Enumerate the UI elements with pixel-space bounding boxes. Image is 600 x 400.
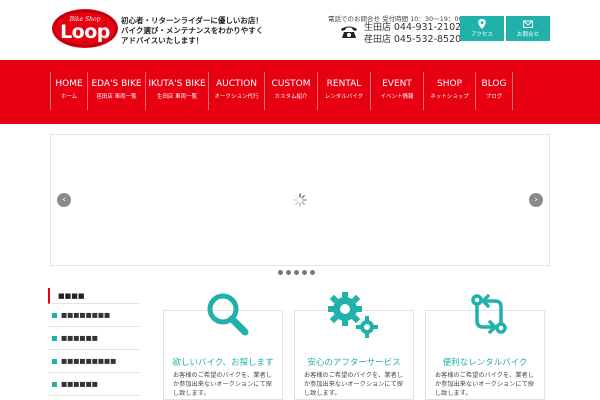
feature-card-after-service[interactable]: 安心のアフターサービス お客様のご希望のバイクを、業者しか参加出来ないオークショ… [294,292,414,400]
main-nav: HOME ホーム EDA'S BIKE 荏田店 車両一覧 IKUTA'S BIK… [0,60,600,124]
tagline-line: アドバイスいたします！ [121,36,204,45]
hero-slider: ‹ › [50,134,550,266]
nav-list: HOME ホーム EDA'S BIKE 荏田店 車両一覧 IKUTA'S BIK… [50,72,513,110]
phone-number[interactable]: 044-931-2102 [394,22,461,33]
nav-sublabel: 荏田店 車両一覧 [96,94,137,100]
nav-label: BLOG [481,79,507,89]
phone-number[interactable]: 045-532-8520 [394,34,461,45]
nav-label: CUSTOM [271,79,311,89]
search-icon [207,293,249,336]
tagline: 初心者・リターンライダーに優しいお店！ バイク選び・メンテナンスをわかりやすく … [121,16,281,46]
slider-dot[interactable] [286,270,291,275]
feature-card-search[interactable]: 欲しいバイク、お探します お客様のご希望のバイクを、業者しか参加出来ないオークシ… [163,293,283,400]
slider-dot[interactable] [310,270,315,275]
nav-sublabel: オークション代行 [214,94,259,100]
nav-item-custom[interactable]: CUSTOM カスタム紹介 [264,72,317,110]
tagline-line: バイク選び・メンテナンスをわかりやすく [121,26,264,35]
card-title: 便利なレンタルバイク [442,358,528,368]
access-label: アクセス [471,32,493,38]
nav-item-blog[interactable]: BLOG ブログ [475,72,513,110]
feature-card-rental[interactable]: 便利なレンタルバイク お客様のご希望のバイクを、業者しか参加出来ないオークション… [425,294,545,400]
slider-dot[interactable] [294,270,299,275]
slider-dot[interactable] [302,270,307,275]
slider-pagination [278,270,318,275]
card-title: 欲しいバイク、お探します [172,358,274,368]
site-header: Bike Shop Loop 初心者・リターンライダーに優しいお店！ バイク選び… [0,0,600,60]
nav-sublabel: ホーム [60,94,78,100]
loading-spinner-icon [293,193,307,207]
nav-label: EDA'S BIKE [91,79,142,89]
nav-item-auction[interactable]: AUCTION オークション代行 [208,72,264,110]
swap-icon [471,294,507,334]
telephone-icon [341,26,357,38]
bullet-icon [52,358,57,364]
store-phone: 荏田店 045-532-8520 [364,34,461,46]
nav-sublabel: イベント情報 [380,94,414,100]
sidebar-item-label: ■■■■■■■■ [61,311,111,319]
sidebar-item-label: ■■■■■■■■■ [61,357,117,365]
sidebar-title: ■■■■ [48,288,140,304]
card-title: 安心のアフターサービス [307,358,401,368]
store-name: 生田店 [364,23,392,33]
nav-item-rental[interactable]: RENTAL レンタルバイク [317,72,370,110]
logo-name: Loop [60,21,110,43]
store-name: 荏田店 [364,35,392,45]
sidebar-item[interactable]: ■■■■■■■■ [48,304,140,327]
shop-logo[interactable]: Bike Shop Loop [53,10,117,47]
nav-item-ikutas-bike[interactable]: IKUTA'S BIKE 生田店 車両一覧 [145,72,208,110]
nav-item-shop[interactable]: SHOP ネットショップ [423,72,475,110]
sidebar-item-label: ■■■■■■ [61,334,98,342]
mail-icon [523,20,533,28]
sidebar-item[interactable]: ■■■■■■■■■ [48,350,140,373]
slider-next-button[interactable]: › [529,193,543,207]
gears-icon [328,292,378,338]
sidebar-item[interactable]: ■■■■■■ [48,373,140,396]
card-text: お客様のご希望のバイクを、業者しか参加出来ないオークションにて探し致します。 [435,372,534,397]
contact-button[interactable]: お問合せ [506,16,550,41]
nav-sublabel: ネットショップ [430,94,469,100]
sidebar-menu: ■■■■ ■■■■■■■■ ■■■■■■ ■■■■■■■■■ ■■■■■■ [48,288,140,396]
sidebar-item[interactable]: ■■■■■■ [48,327,140,350]
slider-prev-button[interactable]: ‹ [57,193,71,207]
nav-item-edas-bike[interactable]: EDA'S BIKE 荏田店 車両一覧 [87,72,145,110]
store-phone: 生田店 044-931-2102 [364,22,461,34]
tagline-line: 初心者・リターンライダーに優しいお店！ [121,16,263,25]
sidebar-item-label: ■■■■■■ [61,380,98,388]
nav-item-event[interactable]: EVENT イベント情報 [370,72,423,110]
nav-label: HOME [55,79,83,89]
phone-list: 生田店 044-931-2102 荏田店 045-532-8520 [364,22,461,46]
nav-label: IKUTA'S BIKE [148,79,206,89]
nav-sublabel: 生田店 車両一覧 [156,94,198,100]
bullet-icon [52,381,57,387]
card-text: お客様のご希望のバイクを、業者しか参加出来ないオークションにて探し致します。 [304,372,403,397]
nav-label: SHOP [437,79,462,89]
map-pin-icon [478,19,486,29]
access-button[interactable]: アクセス [460,16,504,41]
nav-sublabel: カスタム紹介 [274,94,308,100]
nav-sublabel: レンタルバイク [324,94,364,100]
nav-label: EVENT [382,79,412,89]
nav-item-home[interactable]: HOME ホーム [50,72,87,110]
nav-label: RENTAL [326,79,362,89]
bullet-icon [52,335,57,341]
bullet-icon [52,312,57,318]
slider-dot[interactable] [278,270,283,275]
contact-label: お問合せ [516,32,539,38]
nav-sublabel: ブログ [485,94,503,100]
card-text: お客様のご希望のバイクを、業者しか参加出来ないオークションにて探し致します。 [173,372,272,397]
nav-label: AUCTION [216,79,257,89]
